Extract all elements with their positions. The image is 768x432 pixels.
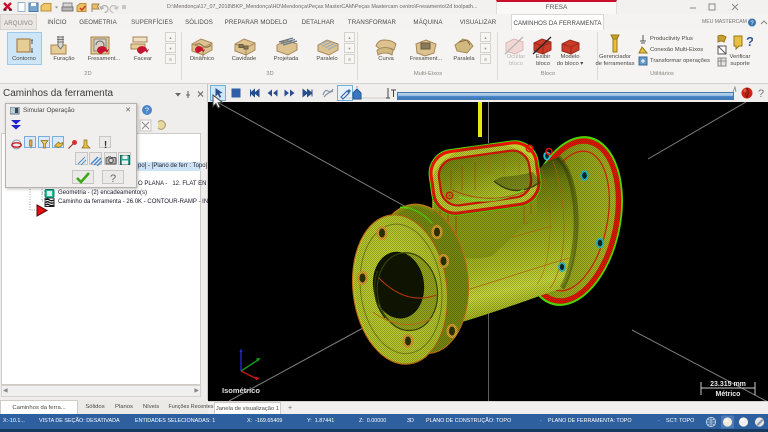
svg-text:?: ? bbox=[110, 173, 116, 184]
svg-text:Isométrico: Isométrico bbox=[222, 386, 260, 395]
svg-text:!: ! bbox=[103, 140, 106, 150]
svg-text:23.315 mm: 23.315 mm bbox=[710, 381, 746, 388]
svg-text:?: ? bbox=[758, 88, 764, 100]
svg-text:?: ? bbox=[145, 108, 149, 115]
svg-text:Métrico: Métrico bbox=[716, 391, 741, 398]
svg-text:?: ? bbox=[746, 34, 753, 49]
